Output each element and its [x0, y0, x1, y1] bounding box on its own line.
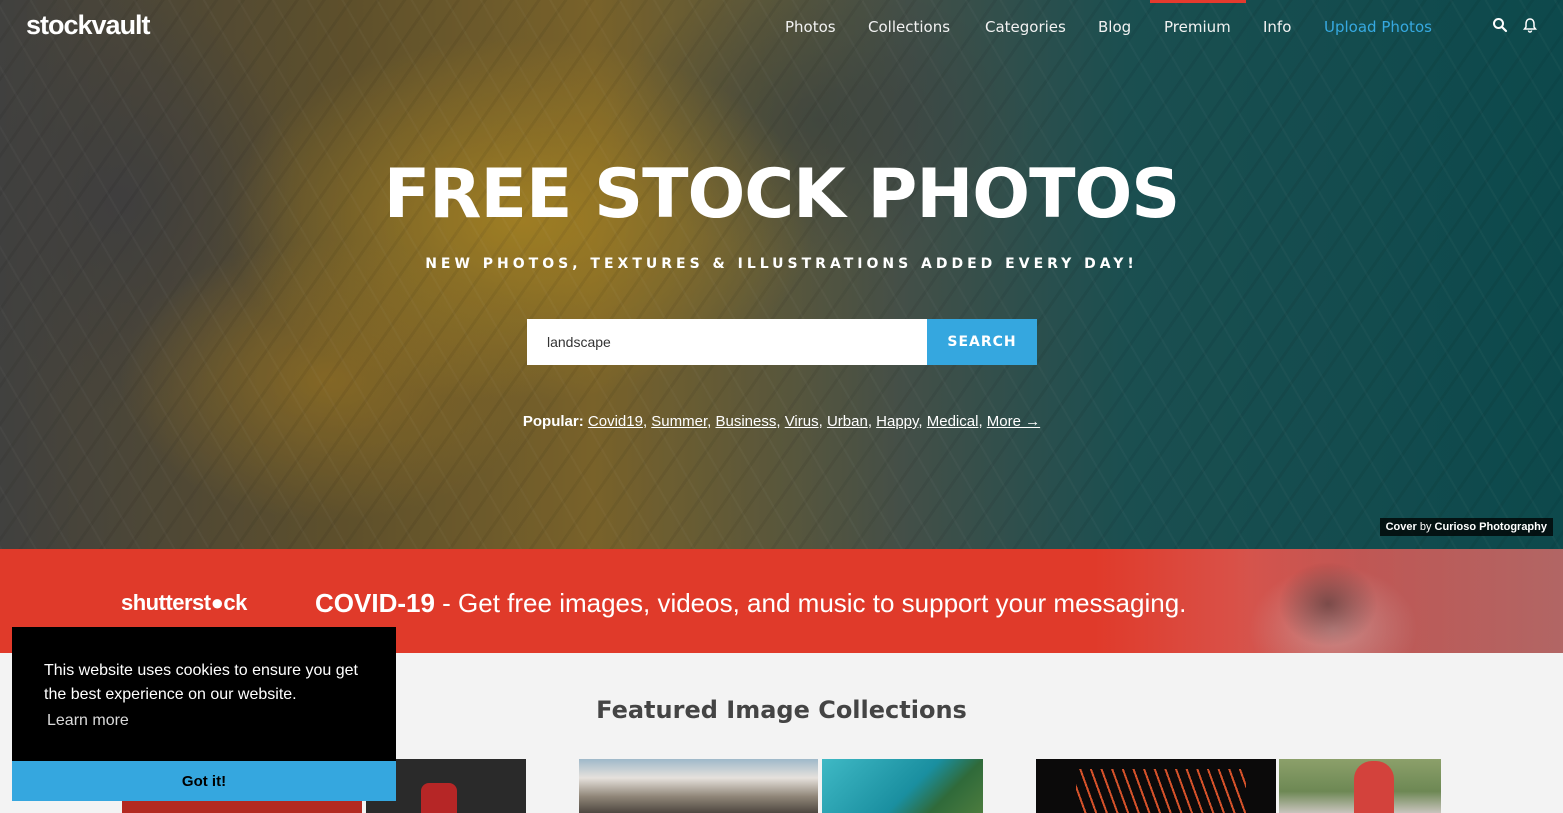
popular-searches: Popular: Covid19, Summer, Business, Viru… [522, 413, 1041, 430]
popular-link-happy[interactable]: Happy [876, 413, 918, 430]
bell-icon[interactable] [1522, 17, 1540, 35]
collection-thumbnail[interactable] [822, 759, 983, 813]
cookie-accept-button[interactable]: Got it! [12, 761, 396, 801]
nav-premium[interactable]: Premium [1164, 18, 1231, 36]
popular-link-medical[interactable]: Medical [927, 413, 979, 430]
banner-message[interactable]: COVID-19 - Get free images, videos, and … [315, 588, 1186, 619]
popular-link-covid19[interactable]: Covid19 [588, 413, 643, 430]
banner-separator: - [434, 588, 459, 618]
cookie-message: This website uses cookies to ensure you … [44, 662, 358, 703]
popular-link-more[interactable]: More → [987, 413, 1040, 430]
search-button[interactable]: SEARCH [927, 319, 1037, 365]
popular-link-virus[interactable]: Virus [785, 413, 819, 430]
hero-section [0, 0, 1563, 549]
credit-prefix: Cover [1385, 521, 1417, 533]
search-icon[interactable] [1492, 17, 1510, 35]
cookie-learn-more-link[interactable]: Learn more [47, 712, 129, 730]
banner-headline: COVID-19 [315, 588, 435, 618]
premium-marker [1150, 0, 1246, 3]
nav-upload-photos[interactable]: Upload Photos [1324, 18, 1432, 36]
nav-info[interactable]: Info [1263, 18, 1291, 36]
popular-label: Popular: [522, 413, 584, 430]
hero-subtitle: NEW PHOTOS, TEXTURES & ILLUSTRATIONS ADD… [425, 256, 1138, 272]
collection-thumbnail[interactable] [1036, 759, 1276, 813]
credit-by: by [1419, 521, 1432, 533]
nav-blog[interactable]: Blog [1098, 18, 1131, 36]
banner-photo [1233, 549, 1563, 653]
hero-title: FREE STOCK PHOTOS [383, 155, 1181, 234]
popular-link-urban[interactable]: Urban [827, 413, 868, 430]
site-logo[interactable]: stockvault [26, 10, 151, 41]
shutterstock-logo[interactable]: shutterst●ck [121, 590, 247, 616]
cookie-consent-popup: This website uses cookies to ensure you … [12, 627, 396, 801]
collection-thumbnail[interactable] [579, 759, 818, 813]
top-navigation: stockvault Photos Collections Categories… [0, 0, 1563, 54]
nav-collections[interactable]: Collections [868, 18, 950, 36]
popular-link-summer[interactable]: Summer [651, 413, 707, 430]
popular-link-business[interactable]: Business [715, 413, 776, 430]
credit-author[interactable]: Curioso Photography [1435, 521, 1547, 533]
collection-thumbnail[interactable] [1279, 759, 1441, 813]
cover-credit: Cover by Curioso Photography [1379, 518, 1553, 536]
nav-categories[interactable]: Categories [985, 18, 1066, 36]
hero-overlay [0, 0, 1563, 549]
search-input[interactable] [527, 319, 927, 365]
banner-text: Get free images, videos, and music to su… [458, 588, 1187, 618]
nav-photos[interactable]: Photos [785, 18, 836, 36]
